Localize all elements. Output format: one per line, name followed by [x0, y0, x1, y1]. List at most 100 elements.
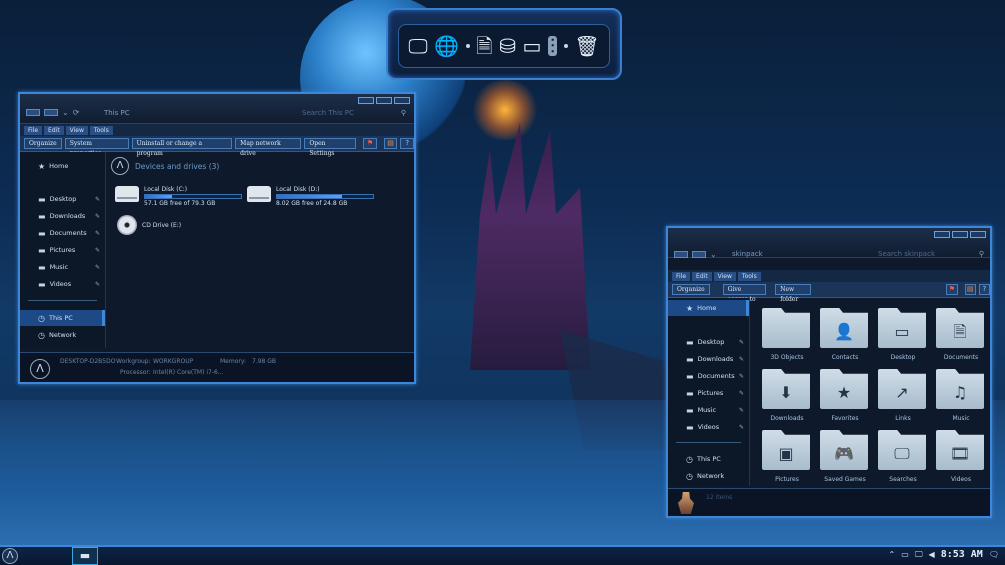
picture-icon: ▣: [778, 444, 794, 463]
drive-d[interactable]: Local Disk (D:) 8.02 GB free of 24.8 GB: [247, 186, 374, 207]
pin-icon: ✎: [738, 406, 744, 414]
menu-bar: File Edit View Tools: [20, 124, 414, 136]
give-access-button[interactable]: Give access to: [722, 284, 767, 303]
minimize-button[interactable]: [934, 231, 950, 238]
minimize-button[interactable]: [358, 97, 374, 104]
start-button[interactable]: Λ: [2, 548, 18, 564]
back-button[interactable]: [26, 109, 40, 116]
open-settings-button[interactable]: Open Settings: [304, 138, 357, 157]
sidebar-item-downloads[interactable]: ▬ Downloads ✎: [668, 351, 749, 367]
sidebar-item-downloads[interactable]: ▬ Downloads ✎: [20, 208, 105, 224]
search-icon[interactable]: ⚲: [401, 109, 406, 117]
menu-edit[interactable]: Edit: [692, 271, 712, 281]
sidebar-item-music[interactable]: ▬ Music ✎: [20, 259, 105, 275]
sidebar-item-this-pc[interactable]: ◷ This PC: [20, 310, 105, 326]
sidebar-item-videos[interactable]: ▬ Videos ✎: [20, 276, 105, 292]
organize-button[interactable]: Organize: [24, 138, 62, 149]
sidebar-item-network[interactable]: ◷ Network: [668, 468, 749, 484]
sidebar-item-this-pc[interactable]: ◷ This PC: [668, 451, 749, 467]
flag-icon[interactable]: ⚑: [946, 284, 958, 295]
folder-documents[interactable]: 🗎 Documents: [936, 308, 986, 364]
refresh-icon[interactable]: ⟳: [73, 108, 80, 117]
folder-contacts[interactable]: 👤 Contacts: [820, 308, 870, 364]
system-properties-button[interactable]: System properties: [64, 138, 129, 157]
processor-value: Intel(R) Core(TM) i7-6...: [153, 369, 224, 376]
trash-icon[interactable]: 🗑: [574, 36, 599, 56]
search-input[interactable]: Search skinpack: [878, 250, 935, 258]
help-icon[interactable]: ?: [400, 138, 415, 149]
folder-videos[interactable]: 🎞 Videos: [936, 430, 986, 486]
address-bar[interactable]: This PC: [104, 109, 130, 117]
folder-searches[interactable]: 🖵 Searches: [878, 430, 928, 486]
drive-e[interactable]: CD Drive (E:): [117, 215, 181, 235]
equalizer-icon[interactable]: ⫶: [548, 36, 558, 56]
sidebar-item-desktop[interactable]: ▬ Desktop ✎: [668, 334, 749, 350]
back-button[interactable]: [674, 251, 688, 258]
map-network-drive-button[interactable]: Map network drive: [235, 138, 302, 157]
sidebar-item-documents[interactable]: ▬ Documents ✎: [20, 225, 105, 241]
recent-dropdown-icon[interactable]: ⌄: [62, 108, 69, 117]
close-button[interactable]: [970, 231, 986, 238]
folder-label: Pictures: [775, 476, 799, 483]
sidebar-item-home[interactable]: ★ Home: [668, 300, 749, 316]
window-controls: [934, 231, 986, 238]
new-folder-button[interactable]: New folder: [775, 284, 812, 303]
globe-network-icon[interactable]: 🌐: [434, 36, 459, 56]
sidebar-item-home[interactable]: ★ Home: [20, 158, 105, 174]
forward-button[interactable]: [692, 251, 706, 258]
help-icon[interactable]: ?: [978, 284, 990, 295]
folder-pictures[interactable]: ▣ Pictures: [762, 430, 812, 486]
power-icon[interactable]: ▭: [901, 550, 909, 559]
display-icon[interactable]: ▭: [522, 36, 541, 56]
sidebar-item-music[interactable]: ▬ Music ✎: [668, 402, 749, 418]
flag-icon[interactable]: ⚑: [363, 138, 377, 149]
drive-icon[interactable]: ⛁: [499, 36, 516, 56]
organize-button[interactable]: Organize: [672, 284, 710, 295]
preview-pane-icon[interactable]: ▤: [383, 138, 398, 149]
menu-tools[interactable]: Tools: [737, 271, 761, 281]
folder-icon: ▬: [38, 211, 46, 221]
details-pane: 12 items: [668, 488, 990, 516]
folder-music[interactable]: ♫ Music: [936, 369, 986, 425]
uninstall-program-button[interactable]: Uninstall or change a program: [131, 138, 233, 157]
search-icon[interactable]: ⚲: [979, 250, 984, 258]
folder-saved-games[interactable]: 🎮 Saved Games: [820, 430, 870, 486]
sidebar-item-documents[interactable]: ▬ Documents ✎: [668, 368, 749, 384]
close-button[interactable]: [394, 97, 410, 104]
file-explorer-taskbar-button[interactable]: ▬: [72, 547, 98, 565]
sidebar-item-pictures[interactable]: ▬ Pictures ✎: [20, 242, 105, 258]
menu-tools[interactable]: Tools: [89, 125, 113, 135]
volume-icon[interactable]: ◀: [929, 550, 935, 559]
menu-view[interactable]: View: [65, 125, 88, 135]
tray-expand-icon[interactable]: ⌃: [889, 550, 896, 559]
sidebar-item-videos[interactable]: ▬ Videos ✎: [668, 419, 749, 435]
folder-desktop[interactable]: ▭ Desktop: [878, 308, 928, 364]
folder-downloads[interactable]: ⬇ Downloads: [762, 369, 812, 425]
menu-view[interactable]: View: [713, 271, 736, 281]
forward-button[interactable]: [44, 109, 58, 116]
menu-file[interactable]: File: [672, 271, 691, 281]
folder-icon: ▬: [686, 422, 694, 432]
maximize-button[interactable]: [376, 97, 392, 104]
sidebar-item-network[interactable]: ◷ Network: [20, 327, 105, 343]
menu-edit[interactable]: Edit: [44, 125, 64, 135]
address-bar[interactable]: skinpack: [732, 250, 763, 258]
background-fire-glow: [470, 80, 540, 140]
recent-dropdown-icon[interactable]: ⌄: [710, 250, 717, 259]
maximize-button[interactable]: [952, 231, 968, 238]
search-input[interactable]: Search This PC: [302, 109, 354, 117]
sidebar-item-pictures[interactable]: ▬ Pictures ✎: [668, 385, 749, 401]
preview-pane-icon[interactable]: ▤: [964, 284, 976, 295]
network-icon[interactable]: 🖵: [915, 550, 923, 560]
pin-icon: ✎: [94, 280, 100, 288]
document-icon[interactable]: 🗎: [476, 36, 492, 56]
folder-favorites[interactable]: ★ Favorites: [820, 369, 870, 425]
notification-icon[interactable]: 🗨: [989, 550, 999, 559]
sidebar-item-desktop[interactable]: ▬ Desktop ✎: [20, 191, 105, 207]
menu-file[interactable]: File: [24, 125, 43, 135]
monitor-icon[interactable]: 🖵: [408, 36, 427, 56]
clock[interactable]: 8:53 AM: [941, 549, 983, 560]
folder-3d-objects[interactable]: 3D Objects: [762, 308, 812, 364]
drive-c[interactable]: Local Disk (C:) 57.1 GB free of 79.3 GB: [115, 186, 242, 207]
folder-links[interactable]: ↗ Links: [878, 369, 928, 425]
